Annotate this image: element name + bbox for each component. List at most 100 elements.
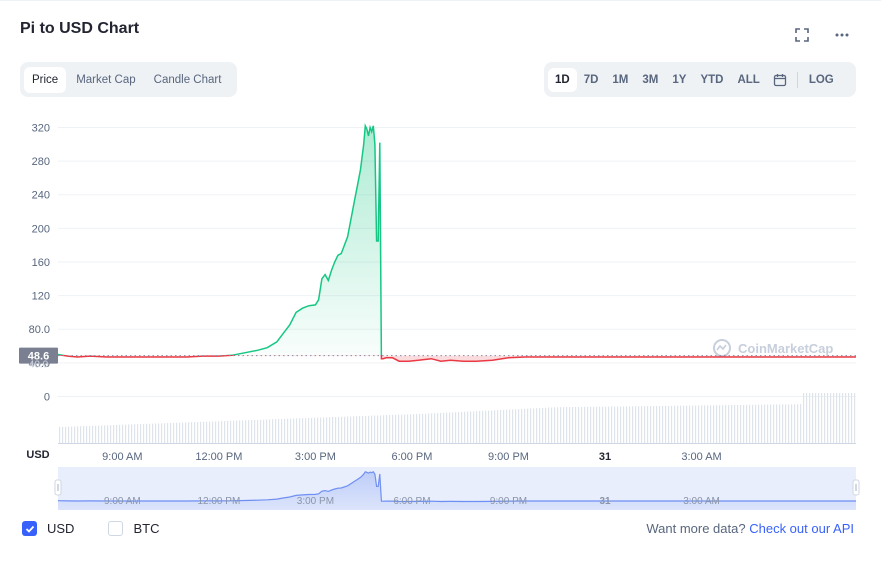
volume-bar [458,412,460,443]
volume-bar [296,418,298,443]
volume-bar [554,407,556,443]
usd-checkbox[interactable]: USD [22,521,74,536]
volume-bar [737,404,739,443]
volume-bar [785,404,787,443]
volume-bar [626,406,628,443]
volume-bar [596,406,598,443]
volume-bar [656,405,658,443]
volume-bar [407,414,409,443]
volume-bar [644,406,646,443]
volume-bar [686,405,688,443]
currency-axis-label: USD [26,449,49,461]
volume-bar [377,415,379,443]
x-tick-label: 3:00 AM [681,451,721,463]
volume-bar [158,423,160,443]
volume-bar [332,417,334,443]
volume-bar [197,422,199,443]
volume-bar [497,410,499,443]
volume-bar [374,415,376,443]
volume-bar [491,410,493,443]
volume-bar [746,404,748,443]
volume-bar [152,423,154,443]
volume-bar [548,407,550,443]
volume-bar [251,420,253,443]
volume-bar [386,415,388,443]
volume-bar [110,425,112,443]
navigator-tick-label: 12:00 PM [197,496,240,507]
volume-bar [431,413,433,443]
volume-bar [599,406,601,443]
volume-bar [161,423,163,443]
volume-bar [314,417,316,443]
volume-bar [674,405,676,443]
volume-bar [815,393,817,443]
volume-bar [167,423,169,443]
volume-bar [467,411,469,443]
volume-bar [701,405,703,443]
volume-bar [488,410,490,443]
volume-bar [224,421,226,443]
volume-bar [695,405,697,443]
volume-bar [632,406,634,443]
volume-bar [725,405,727,443]
volume-bar [410,414,412,443]
volume-bar [722,405,724,443]
volume-bar [743,404,745,443]
volume-bar [779,404,781,443]
volume-bar [248,420,250,443]
volume-bar [338,416,340,443]
volume-bar [293,418,295,443]
volume-bar [428,413,430,443]
volume-bar [485,410,487,443]
y-tick-label: 320 [32,122,50,134]
volume-bar [443,412,445,443]
volume-bar [563,407,565,443]
volume-bar [731,405,733,443]
navigator-tick-label: 3:00 AM [683,496,720,507]
volume-bar [203,421,205,443]
volume-bar [500,409,502,443]
volume-bar [854,393,856,443]
volume-bar [260,419,262,443]
volume-bar [368,415,370,443]
volume-bar [239,420,241,443]
volume-bar [788,404,790,443]
volume-bar [416,414,418,443]
volume-bar [95,425,97,443]
volume-bar [473,411,475,443]
volume-bar [704,405,706,443]
volume-bar [506,409,508,443]
volume-bar [356,416,358,443]
volume-bar [353,416,355,443]
volume-bar [827,393,829,443]
volume-bar [638,406,640,443]
volume-bar [137,424,139,443]
volume-bar [329,417,331,443]
volume-bar [419,413,421,443]
volume-bar [362,416,364,443]
volume-bar [833,393,835,443]
volume-bar [275,419,277,443]
volume-bar [230,420,232,443]
volume-bar [713,405,715,443]
btc-checkbox[interactable]: BTC [108,521,159,536]
volume-bar [323,417,325,443]
y-tick-label: 80.0 [29,324,50,336]
x-tick-label: 6:00 PM [391,451,432,463]
volume-bar [395,414,397,443]
volume-bar [344,416,346,443]
volume-bar [398,414,400,443]
api-link[interactable]: Check out our API [749,521,854,536]
volume-bar [512,409,514,443]
volume-bar [848,393,850,443]
volume-bar [170,422,172,443]
volume-bar [803,393,805,443]
volume-bar [437,413,439,443]
y-tick-label: 240 [32,190,50,202]
volume-bar [566,407,568,443]
volume-bar [272,419,274,443]
volume-bar [809,393,811,443]
volume-bar [173,422,175,443]
volume-bar [587,406,589,443]
volume-bar [176,422,178,443]
